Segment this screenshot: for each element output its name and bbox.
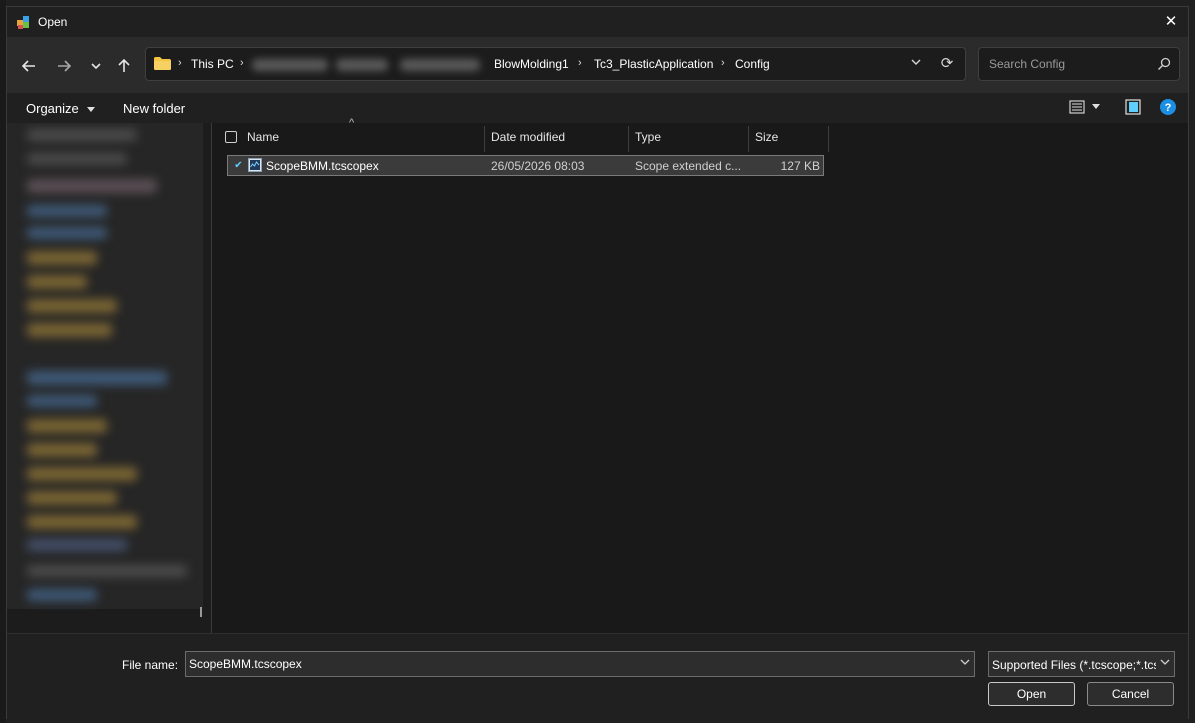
redacted-nav-item — [27, 299, 117, 313]
title-bar: Open ✕ — [7, 7, 1188, 37]
arrow-right-icon — [58, 60, 72, 72]
window-title: Open — [38, 15, 68, 29]
preview-pane-button[interactable] — [1125, 99, 1141, 118]
chevron-down-icon — [1092, 104, 1101, 109]
help-icon: ? — [1160, 99, 1176, 115]
column-divider[interactable] — [628, 126, 629, 152]
sort-ascending-icon: ^ — [349, 117, 355, 129]
file-name-input[interactable] — [189, 657, 949, 671]
redacted-nav-item — [27, 371, 167, 385]
file-name-label: File name: — [122, 658, 179, 672]
file-list[interactable]: ^ Name Date modified Type Size ✔ ScopeBM… — [212, 117, 1188, 633]
redacted-nav-item — [27, 129, 137, 141]
redacted-nav-item — [27, 227, 107, 239]
redacted-breadcrumb — [400, 59, 480, 71]
file-name-combobox[interactable] — [185, 651, 975, 677]
breadcrumb-blowmolding1[interactable]: BlowMolding1 — [494, 57, 569, 71]
file-row[interactable]: ✔ ScopeBMM.tcscopex 26/05/2026 08:03 Sco… — [227, 155, 824, 176]
file-date-cell: 26/05/2026 08:03 — [491, 159, 585, 173]
redacted-nav-item — [27, 251, 97, 265]
breadcrumb-separator: › — [178, 57, 182, 69]
details-view-icon — [1069, 100, 1085, 114]
address-bar[interactable]: › This PC › BlowMolding1 › Tc3_PlasticAp… — [145, 47, 966, 81]
search-input[interactable] — [987, 56, 1156, 72]
column-header-type[interactable]: Type — [635, 123, 661, 151]
organize-label: Organize — [26, 101, 79, 116]
navigation-pane[interactable] — [7, 123, 212, 633]
column-divider[interactable] — [748, 126, 749, 152]
navigation-scrollbar[interactable] — [200, 607, 202, 617]
redacted-nav-item — [27, 179, 157, 193]
redacted-nav-item — [27, 395, 97, 407]
redacted-nav-item — [27, 515, 137, 529]
new-folder-button[interactable]: New folder — [123, 101, 185, 116]
navigation-tree[interactable] — [7, 123, 203, 609]
back-button[interactable] — [16, 53, 42, 79]
preview-pane-icon — [1125, 99, 1141, 115]
open-dialog: Open ✕ › This PC › BlowMolding1 › Tc3_Pl… — [6, 6, 1189, 720]
redacted-nav-item — [27, 467, 137, 481]
redacted-nav-item — [27, 589, 97, 601]
redacted-nav-item — [27, 539, 127, 551]
column-header-name[interactable]: Name — [247, 123, 279, 151]
app-icon — [17, 16, 29, 29]
column-divider[interactable] — [828, 126, 829, 152]
view-options-button[interactable] — [1069, 99, 1101, 118]
redacted-nav-item — [27, 491, 117, 505]
navigation-bar: › This PC › BlowMolding1 › Tc3_PlasticAp… — [7, 37, 1188, 93]
file-type-cell: Scope extended c... — [635, 159, 742, 173]
column-divider[interactable] — [484, 126, 485, 152]
redacted-nav-item — [27, 419, 107, 433]
checkmark-icon[interactable]: ✔ — [232, 159, 245, 172]
organize-button[interactable]: Organize — [26, 101, 96, 116]
forward-button[interactable] — [51, 53, 77, 79]
column-header-date-modified[interactable]: Date modified — [491, 123, 565, 151]
refresh-icon[interactable]: ⟳ — [937, 54, 957, 74]
recent-locations-button[interactable] — [83, 53, 109, 79]
chevron-down-icon[interactable] — [960, 657, 970, 670]
chevron-down-icon — [1160, 657, 1170, 670]
redacted-nav-item — [27, 275, 87, 289]
help-button[interactable]: ? — [1160, 99, 1176, 118]
redacted-nav-item — [27, 565, 187, 577]
file-size-cell: 127 KB — [780, 159, 820, 173]
redacted-breadcrumb — [252, 59, 328, 71]
breadcrumb-separator: › — [721, 57, 725, 69]
chevron-down-icon — [87, 106, 96, 112]
address-history-chevron-icon[interactable] — [907, 55, 925, 73]
redacted-nav-item — [27, 153, 127, 165]
breadcrumb-this-pc[interactable]: This PC — [191, 57, 234, 71]
search-box[interactable] — [978, 47, 1180, 81]
redacted-breadcrumb — [336, 59, 388, 71]
column-header-size[interactable]: Size — [755, 123, 778, 151]
cancel-button[interactable]: Cancel — [1087, 682, 1174, 706]
file-type-value: Supported Files (*.tcscope;*.tcscopex) — [992, 658, 1156, 672]
folder-icon — [154, 57, 171, 70]
close-icon[interactable]: ✕ — [1160, 11, 1182, 33]
select-all-checkbox[interactable] — [225, 131, 237, 143]
breadcrumb-config[interactable]: Config — [735, 57, 770, 71]
redacted-nav-item — [27, 323, 112, 337]
open-button[interactable]: Open — [988, 682, 1075, 706]
command-bar: Organize New folder ? — [7, 93, 1188, 123]
svg-text:?: ? — [1165, 102, 1172, 114]
scope-file-icon — [248, 158, 262, 172]
file-name-cell: ScopeBMM.tcscopex — [266, 159, 379, 173]
breadcrumb-separator: › — [240, 57, 244, 69]
breadcrumb-separator: › — [578, 57, 582, 69]
dialog-footer: File name: Supported Files (*.tcscope;*.… — [7, 633, 1188, 720]
redacted-nav-item — [27, 443, 97, 457]
chevron-down-icon — [91, 63, 101, 70]
breadcrumb-tc3-plasticapplication[interactable]: Tc3_PlasticApplication — [594, 57, 713, 71]
arrow-left-icon — [21, 60, 35, 72]
search-icon — [1158, 57, 1171, 70]
redacted-nav-item — [27, 205, 107, 217]
up-button[interactable] — [111, 53, 137, 79]
arrow-up-icon — [118, 58, 130, 72]
file-type-dropdown[interactable]: Supported Files (*.tcscope;*.tcscopex) — [988, 651, 1175, 677]
